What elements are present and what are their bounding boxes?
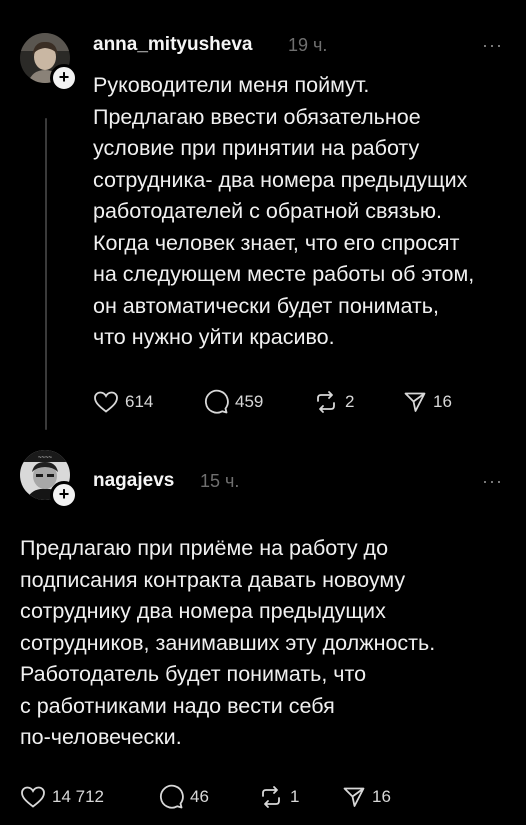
post-time: 19 ч. [288, 35, 328, 55]
repost-icon [317, 391, 335, 413]
send-icon [404, 392, 426, 412]
post-text: Руководители меня поймут. Предлагаю ввес… [93, 73, 475, 349]
more-options-icon[interactable]: ··· [482, 472, 503, 490]
comment-count: 46 [190, 787, 209, 806]
thread-post: + anna_mityusheva 19 ч. ··· Руководители… [0, 0, 526, 430]
share-count: 16 [433, 392, 452, 411]
repost-icon [262, 786, 280, 808]
follow-plus-icon[interactable]: + [50, 64, 78, 92]
post-text: Предлагаю при приёме на работу до подпис… [20, 536, 436, 749]
share-count: 16 [372, 787, 391, 806]
like-button[interactable]: 614 [93, 387, 153, 417]
comment-button[interactable]: 46 [158, 782, 209, 812]
like-count: 614 [125, 392, 154, 411]
comment-bubble-icon [205, 389, 229, 414]
like-count: 14 712 [52, 787, 104, 806]
thread-connector [45, 118, 47, 430]
share-button[interactable]: 16 [342, 782, 391, 812]
post-username[interactable]: nagajevs [93, 470, 174, 492]
svg-text:~~~~: ~~~~ [38, 455, 53, 461]
repost-count: 2 [345, 392, 355, 411]
post-actions: 14 712 46 1 16 [20, 782, 500, 812]
share-button[interactable]: 16 [403, 387, 452, 417]
heart-icon [21, 786, 45, 808]
send-icon [343, 787, 365, 807]
repost-count: 1 [290, 787, 300, 806]
follow-plus-icon[interactable]: + [50, 481, 78, 509]
comment-count: 459 [235, 392, 264, 411]
repost-button[interactable]: 2 [313, 387, 354, 417]
post-actions: 614 459 2 16 [93, 387, 513, 417]
comment-bubble-icon [160, 784, 184, 809]
heart-icon [94, 391, 118, 413]
post-time: 15 ч. [200, 471, 240, 491]
thread-post: ~~~~ + nagajevs 15 ч. ··· Предлагаю при … [0, 430, 526, 825]
comment-button[interactable]: 459 [203, 387, 263, 417]
more-options-icon[interactable]: ··· [482, 36, 503, 54]
post-username[interactable]: anna_mityusheva [93, 34, 252, 56]
repost-button[interactable]: 1 [258, 782, 299, 812]
like-button[interactable]: 14 712 [20, 782, 104, 812]
